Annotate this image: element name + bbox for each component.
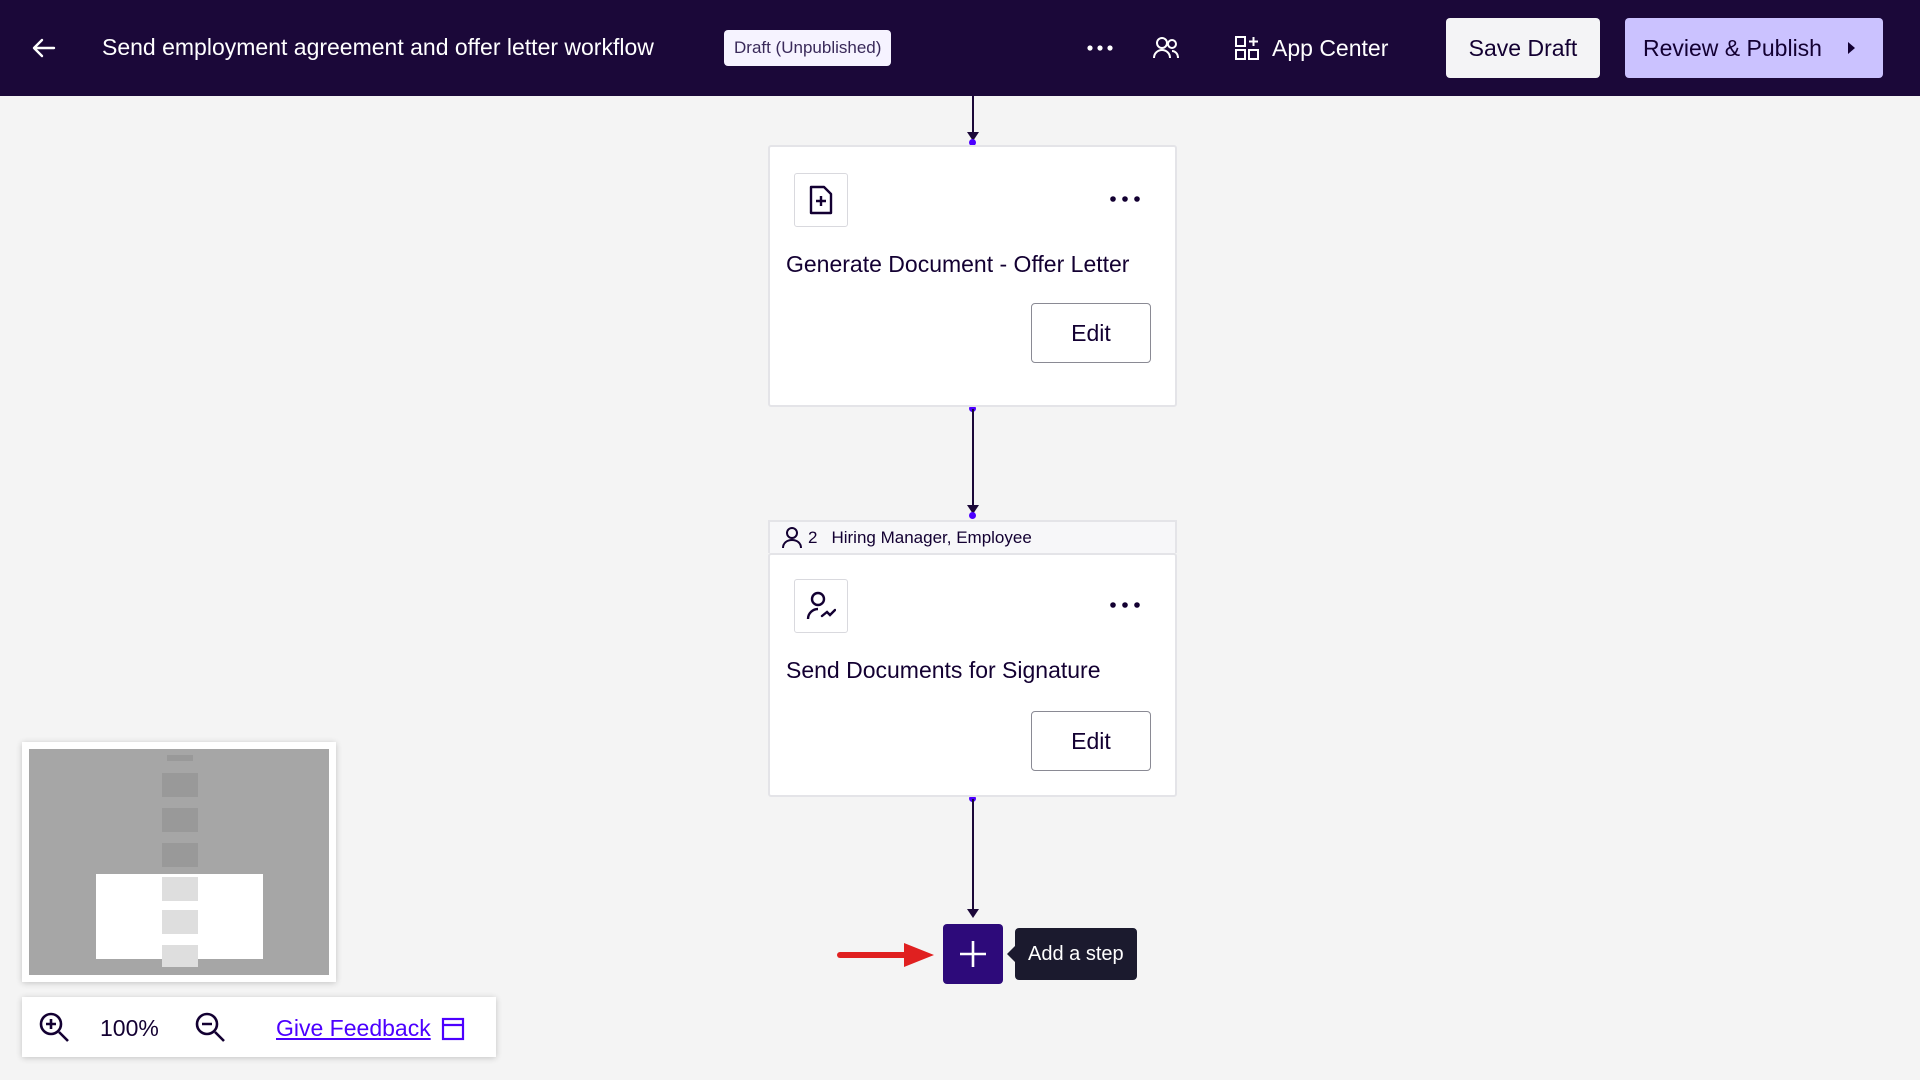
connector-dot <box>969 512 976 519</box>
zoom-out-icon <box>195 1012 225 1042</box>
connector-arrowhead <box>967 909 979 918</box>
app-center-label: App Center <box>1272 34 1389 61</box>
minimap[interactable] <box>22 742 336 982</box>
top-bar: Send employment agreement and offer lett… <box>0 0 1920 96</box>
step-title: Generate Document - Offer Letter <box>786 251 1130 277</box>
step-card-generate-document[interactable]: Generate Document - Offer Letter Edit <box>768 145 1177 407</box>
minimap-node <box>162 877 198 901</box>
add-step-tooltip: Add a step <box>1007 928 1137 980</box>
minimap-node <box>162 773 198 797</box>
person-icon <box>782 526 802 548</box>
save-draft-button[interactable]: Save Draft <box>1446 18 1600 78</box>
minimap-node <box>167 755 193 761</box>
zoom-out-button[interactable] <box>192 1009 228 1045</box>
review-publish-label: Review & Publish <box>1643 34 1822 61</box>
apps-grid-icon <box>1235 36 1259 60</box>
review-publish-button[interactable]: Review & Publish <box>1625 18 1883 78</box>
minimap-canvas <box>29 749 329 975</box>
edit-step-button[interactable]: Edit <box>1031 303 1151 363</box>
give-feedback-link[interactable]: Give Feedback <box>276 1015 465 1042</box>
document-add-icon <box>809 185 833 215</box>
step-icon-box <box>794 579 848 633</box>
step-card-send-for-signature[interactable]: Send Documents for Signature Edit <box>768 553 1177 797</box>
minimap-node <box>162 910 198 934</box>
zoom-in-icon <box>39 1012 69 1042</box>
zoom-in-button[interactable] <box>36 1009 72 1045</box>
step-icon-box <box>794 173 848 227</box>
more-options-button[interactable] <box>1080 30 1120 66</box>
assignee-names: Hiring Manager, Employee <box>831 527 1032 547</box>
arrow-left-icon <box>32 38 56 58</box>
assignee-bar: 2 Hiring Manager, Employee <box>768 520 1177 553</box>
minimap-node <box>162 808 198 832</box>
minimap-node <box>162 945 198 967</box>
assignee-count: 2 <box>808 527 818 547</box>
give-feedback-label: Give Feedback <box>276 1015 431 1041</box>
step-title: Send Documents for Signature <box>786 657 1101 683</box>
collaborators-button[interactable] <box>1146 30 1186 66</box>
more-horizontal-icon <box>1087 45 1113 51</box>
status-badge: Draft (Unpublished) <box>724 30 892 66</box>
people-icon <box>1153 37 1179 59</box>
edit-step-button[interactable]: Edit <box>1031 711 1151 771</box>
feedback-panel-icon <box>441 1017 464 1040</box>
more-horizontal-icon <box>1110 602 1140 608</box>
step-menu-button[interactable] <box>1105 593 1145 617</box>
connector-line <box>972 799 974 909</box>
zoom-level: 100% <box>100 1015 159 1041</box>
caret-right-icon <box>1847 42 1855 54</box>
more-horizontal-icon <box>1110 196 1140 202</box>
step-menu-button[interactable] <box>1105 187 1145 211</box>
connector-line <box>972 409 974 509</box>
workflow-title: Send employment agreement and offer lett… <box>102 34 654 60</box>
back-button[interactable] <box>26 30 62 66</box>
zoom-toolbar: 100% Give Feedback <box>22 997 496 1057</box>
minimap-node <box>162 843 198 867</box>
connector-line <box>972 96 974 136</box>
plus-icon <box>960 941 986 967</box>
app-center-button[interactable]: App Center <box>1234 28 1388 68</box>
red-arrow-annotation <box>837 943 934 967</box>
person-sign-icon <box>806 591 836 620</box>
add-step-button[interactable] <box>943 924 1003 984</box>
